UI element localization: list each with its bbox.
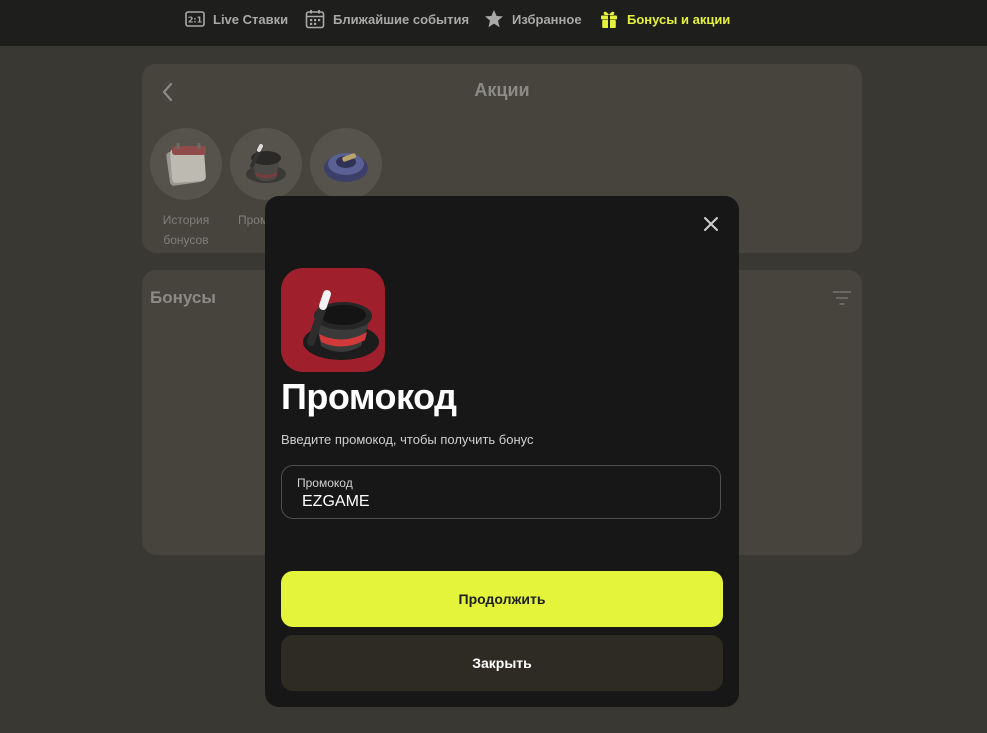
calendar-icon (305, 10, 325, 29)
promocode-input-value[interactable]: EZGAME (302, 493, 370, 511)
nav-item-label: Бонусы и акции (627, 11, 731, 27)
svg-text:2:1: 2:1 (188, 16, 203, 25)
nav-item-bonuses[interactable]: Бонусы и акции (599, 8, 730, 30)
promocode-input[interactable]: Промокод EZGAME (281, 465, 721, 519)
gift-icon (601, 11, 617, 28)
magic-hat-icon (281, 268, 385, 372)
promo-tile-history[interactable] (150, 128, 222, 200)
promocode-modal: Промокод Введите промокод, чтобы получит… (265, 196, 739, 707)
live-2-1-icon: 2:1 (185, 11, 205, 27)
magic-hat-icon (246, 144, 286, 183)
continue-button[interactable]: Продолжить (281, 571, 723, 627)
modal-title: Промокод (281, 376, 457, 417)
nav-item-label: Ближайшие события (333, 11, 470, 27)
filter-icon[interactable] (832, 290, 852, 306)
bonuses-title: Бонусы (150, 288, 216, 307)
nav-item-live[interactable]: 2:1 Live Ставки (185, 8, 288, 30)
nav-item-label: Live Ставки (213, 11, 289, 27)
nav-item-favorites[interactable]: Избранное (484, 8, 582, 30)
coin-box-icon (324, 153, 368, 182)
promocode-input-label: Промокод (297, 476, 353, 490)
top-navigation: 2:1 Live Ставки Ближайшие события Избран… (0, 0, 987, 46)
calendar-history-icon (166, 143, 206, 186)
promo-tile-promocode[interactable] (230, 128, 302, 200)
modal-subtitle: Введите промокод, чтобы получить бонус (281, 432, 534, 447)
star-icon (485, 10, 503, 28)
close-icon[interactable] (703, 216, 719, 232)
tile-label-history: История бонусов (162, 213, 210, 247)
nav-item-upcoming[interactable]: Ближайшие события (305, 8, 469, 30)
promocode-illustration (281, 268, 385, 372)
promo-tile-coins[interactable] (310, 128, 382, 200)
nav-item-label: Избранное (512, 11, 582, 27)
promotions-title: Акции (474, 80, 530, 100)
close-button[interactable]: Закрыть (281, 635, 723, 691)
